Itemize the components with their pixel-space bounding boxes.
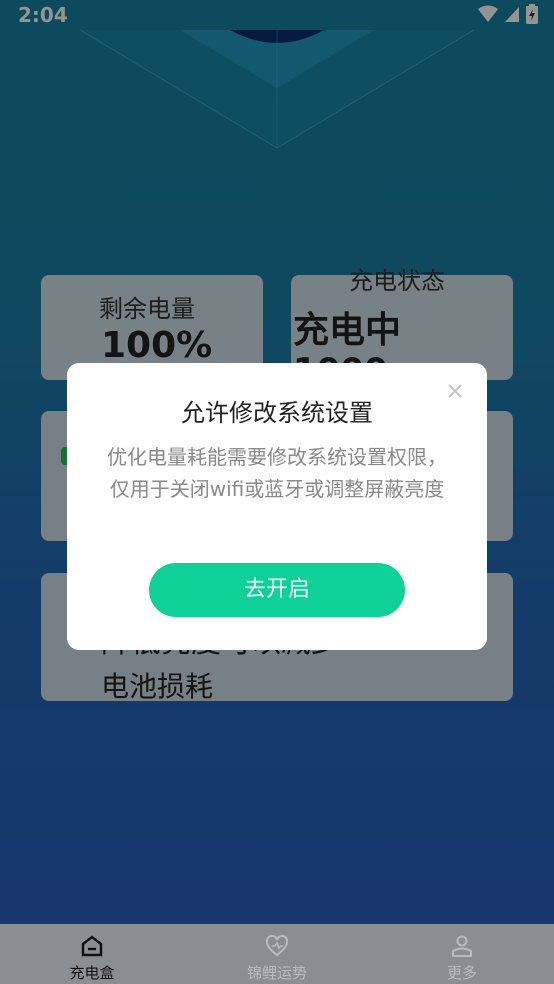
home-icon	[81, 935, 103, 957]
bottom-nav: 充电盒 锦鲤运势 更多	[0, 924, 554, 984]
nav-item-more[interactable]: 更多	[392, 924, 532, 984]
enable-button[interactable]: 去开启	[149, 563, 405, 617]
heart-icon	[265, 934, 289, 957]
nav-label-more: 更多	[446, 964, 477, 982]
nav-label-fortune: 锦鲤运势	[246, 964, 307, 982]
nav-label-charge-box: 充电盒	[69, 964, 115, 982]
nav-item-fortune[interactable]: 锦鲤运势	[207, 924, 347, 984]
nav-item-charge-box[interactable]: 充电盒	[22, 924, 162, 984]
dialog-title: 允许修改系统设置	[181, 399, 373, 427]
app-screen: 2:04 剩余电量 100% 充电状态 充电中 1000	[0, 0, 554, 984]
dialog-message: 优化电量耗能需要修改系统设置权限，仅用于关闭wifi或蓝牙或调整屏蔽亮度	[107, 445, 447, 501]
permission-dialog: 允许修改系统设置 优化电量耗能需要修改系统设置权限，仅用于关闭wifi或蓝牙或调…	[67, 363, 487, 650]
person-icon	[452, 935, 472, 957]
